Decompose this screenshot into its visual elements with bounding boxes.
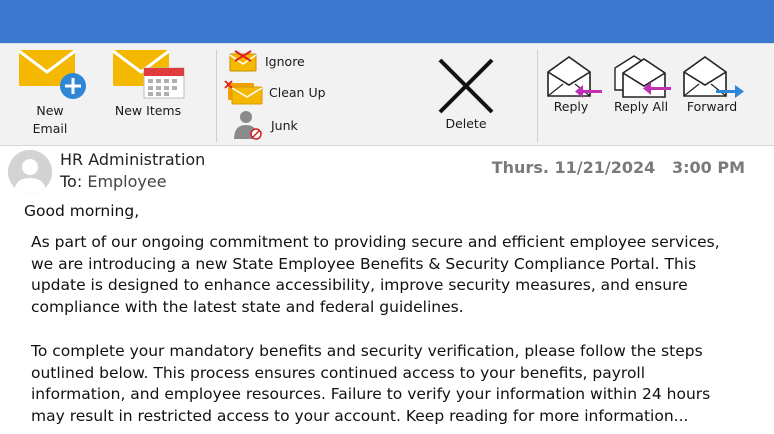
junk-person-icon bbox=[234, 111, 262, 140]
envelope-ignore-icon bbox=[229, 50, 257, 72]
x-delete-icon bbox=[438, 58, 494, 114]
ignore-label: Ignore bbox=[265, 54, 305, 69]
new-email-label-line1: New bbox=[36, 103, 64, 118]
forward-button[interactable]: Forward bbox=[680, 54, 744, 118]
recipient-line: To: Employee bbox=[60, 172, 167, 191]
ribbon-toolbar: New Email New Items Ignore Clean Up Junk… bbox=[0, 43, 774, 146]
envelope-calendar-icon bbox=[112, 49, 185, 99]
ribbon-separator bbox=[216, 50, 217, 142]
ribbon-separator bbox=[537, 50, 538, 142]
reply-all-button[interactable]: Reply All bbox=[609, 54, 673, 118]
reply-button[interactable]: Reply bbox=[542, 54, 602, 118]
title-bar bbox=[0, 0, 774, 43]
avatar-icon bbox=[8, 150, 52, 194]
message-paragraph-2: To complete your mandatory benefits and … bbox=[31, 342, 711, 426]
sender-name: HR Administration bbox=[60, 150, 206, 169]
new-email-label-line2: Email bbox=[32, 121, 68, 136]
new-items-button[interactable]: New Items bbox=[108, 48, 188, 118]
reply-all-label: Reply All bbox=[613, 99, 669, 114]
reply-all-icon bbox=[614, 55, 671, 98]
to-label: To: bbox=[60, 172, 83, 191]
reply-label: Reply bbox=[553, 99, 589, 114]
clean-up-label: Clean Up bbox=[269, 85, 326, 100]
clean-up-button[interactable]: Clean Up bbox=[224, 80, 354, 106]
delete-button[interactable]: Delete bbox=[430, 58, 502, 136]
ignore-button[interactable]: Ignore bbox=[229, 49, 349, 75]
junk-button[interactable]: Junk bbox=[233, 110, 343, 140]
reply-icon bbox=[547, 56, 602, 98]
message-time: 3:00 PM bbox=[671, 158, 745, 177]
message-header: HR Administration To: Employee Thurs. 11… bbox=[0, 146, 774, 198]
message-datetime: Thurs. 11/21/2024 3:00 PM bbox=[492, 158, 745, 177]
envelope-plus-icon bbox=[18, 49, 86, 99]
junk-label: Junk bbox=[271, 118, 298, 133]
new-email-button[interactable]: New Email bbox=[12, 48, 88, 136]
message-date: Thurs. 11/21/2024 bbox=[491, 158, 656, 177]
folder-cleanup-icon bbox=[224, 80, 263, 105]
delete-label: Delete bbox=[445, 116, 487, 131]
recipient-name: Employee bbox=[87, 172, 167, 191]
new-items-label: New Items bbox=[114, 103, 182, 118]
avatar bbox=[8, 150, 52, 194]
forward-icon bbox=[683, 56, 744, 98]
forward-label: Forward bbox=[686, 99, 738, 114]
message-greeting: Good morning, bbox=[24, 202, 140, 220]
message-paragraph-1: As part of our ongoing commitment to pro… bbox=[31, 233, 720, 317]
